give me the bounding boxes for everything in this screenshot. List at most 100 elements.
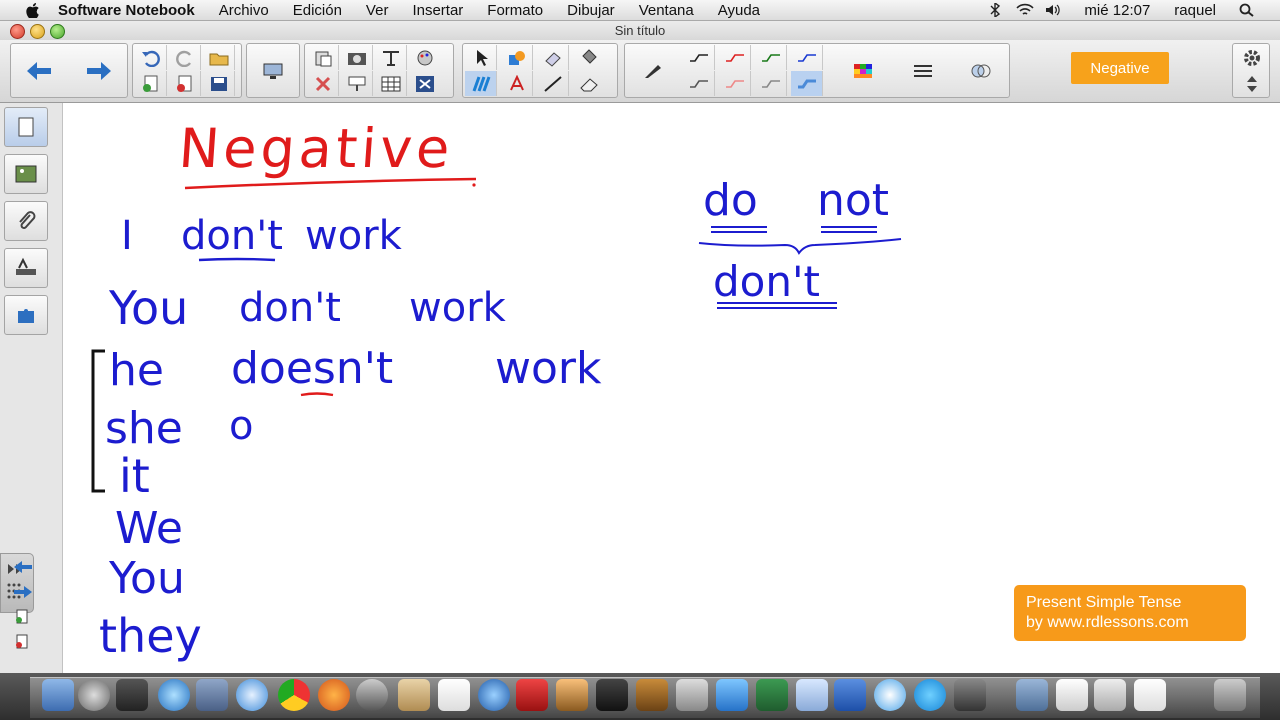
screen-capture-button[interactable]: [341, 45, 373, 70]
insert-table-button[interactable]: [375, 71, 407, 96]
downloads-stack-icon[interactable]: [1094, 679, 1126, 711]
properties-button[interactable]: [409, 45, 441, 70]
select-tool-button[interactable]: [465, 45, 497, 70]
redo-button[interactable]: [169, 45, 201, 70]
video-recorder-icon[interactable]: [954, 679, 986, 711]
transparency-button[interactable]: [965, 58, 997, 83]
pen-style-4[interactable]: [791, 45, 823, 70]
pen-style-2[interactable]: [719, 45, 751, 70]
calendar-icon[interactable]: [438, 679, 470, 711]
dashboard-icon[interactable]: [78, 679, 110, 711]
open-file-button[interactable]: [203, 45, 235, 70]
menu-edicion[interactable]: Edición: [293, 2, 342, 19]
new-page-button[interactable]: [135, 71, 167, 96]
save-button[interactable]: [203, 71, 235, 96]
chrome-icon[interactable]: [278, 679, 310, 711]
pen-style-6[interactable]: [719, 71, 751, 96]
contacts-icon[interactable]: [398, 679, 430, 711]
itunes-icon[interactable]: [478, 679, 510, 711]
bluetooth-icon[interactable]: [986, 3, 1004, 17]
move-left-icon[interactable]: [12, 559, 34, 575]
addons-tab[interactable]: [4, 295, 48, 335]
mission-control-icon[interactable]: [116, 679, 148, 711]
pen-style-5[interactable]: [683, 71, 715, 96]
wifi-icon[interactable]: [1016, 3, 1035, 17]
minimize-window-button[interactable]: [30, 24, 45, 39]
close-window-button[interactable]: [10, 24, 25, 39]
previous-page-icon[interactable]: [25, 60, 53, 82]
system-preferences-icon[interactable]: [676, 679, 708, 711]
smartboard-icon[interactable]: [874, 679, 906, 711]
photo-booth-icon[interactable]: [516, 679, 548, 711]
text-style-button[interactable]: [501, 71, 533, 96]
menu-ventana[interactable]: Ventana: [639, 2, 694, 19]
gear-icon[interactable]: [1242, 48, 1262, 68]
firefox-icon[interactable]: [318, 679, 350, 711]
screen-shade-button[interactable]: [257, 58, 289, 83]
page-sorter-tab[interactable]: [4, 107, 48, 147]
menu-clock[interactable]: mié 12:07: [1084, 2, 1150, 19]
page-title-badge[interactable]: Negative: [1071, 52, 1169, 84]
color-palette-button[interactable]: [847, 58, 879, 83]
pen-style-3[interactable]: [755, 45, 787, 70]
iphoto-icon[interactable]: [556, 679, 588, 711]
show-hide-screen-button[interactable]: [341, 71, 373, 96]
move-right-icon[interactable]: [12, 584, 34, 600]
volume-icon[interactable]: [1044, 3, 1062, 17]
imovie-icon[interactable]: [596, 679, 628, 711]
fill-tool-button[interactable]: [573, 45, 605, 70]
next-page-icon[interactable]: [85, 60, 113, 82]
menu-user[interactable]: raquel: [1174, 2, 1216, 19]
pen-style-8[interactable]: [791, 71, 823, 96]
menu-dibujar[interactable]: Dibujar: [567, 2, 615, 19]
line-tool-button[interactable]: [537, 71, 569, 96]
paste-button[interactable]: [307, 45, 339, 70]
safari-icon[interactable]: [236, 679, 268, 711]
xcode-icon[interactable]: [716, 679, 748, 711]
full-screen-button[interactable]: [409, 71, 441, 96]
spotlight-search-icon[interactable]: [1238, 3, 1256, 17]
properties-tab[interactable]: [4, 248, 48, 288]
documents-stack-icon[interactable]: [1056, 679, 1088, 711]
eraser-shape-button[interactable]: [537, 45, 569, 70]
finder-icon[interactable]: [42, 679, 74, 711]
pen-style-7[interactable]: [755, 71, 787, 96]
menu-ayuda[interactable]: Ayuda: [718, 2, 760, 19]
app-store-icon[interactable]: [158, 679, 190, 711]
delete-page-small-icon[interactable]: [12, 634, 34, 650]
garageband-icon[interactable]: [636, 679, 668, 711]
gallery-tab[interactable]: [4, 154, 48, 194]
pen-styles-group: [624, 43, 1010, 98]
move-toolbar-icon[interactable]: [1242, 74, 1262, 94]
pen-style-1[interactable]: [683, 45, 715, 70]
apple-menu-icon[interactable]: [26, 2, 42, 18]
delete-page-button[interactable]: [169, 71, 201, 96]
menu-formato[interactable]: Formato: [487, 2, 543, 19]
captivate-icon[interactable]: [756, 679, 788, 711]
menu-insertar[interactable]: Insertar: [412, 2, 463, 19]
menu-archivo[interactable]: Archivo: [219, 2, 269, 19]
add-page-small-icon[interactable]: [12, 609, 34, 625]
shapes-tool-button[interactable]: [501, 45, 533, 70]
whiteboard-canvas[interactable]: Negative I don't work You don't work he …: [63, 103, 1280, 673]
creative-pens-button[interactable]: [465, 71, 497, 96]
undo-button[interactable]: [135, 45, 167, 70]
word-icon[interactable]: [834, 679, 866, 711]
text-tool-button[interactable]: [375, 45, 407, 70]
attachments-tab[interactable]: [4, 201, 48, 241]
eraser-button[interactable]: [573, 71, 605, 96]
facetime-icon[interactable]: [356, 679, 388, 711]
line-thickness-button[interactable]: [907, 58, 939, 83]
mail-send-icon[interactable]: [796, 679, 828, 711]
preview-icon[interactable]: [196, 679, 228, 711]
menu-app-name[interactable]: Software Notebook: [58, 2, 195, 19]
menu-ver[interactable]: Ver: [366, 2, 389, 19]
zoom-window-button[interactable]: [50, 24, 65, 39]
trash-icon[interactable]: [1214, 679, 1246, 711]
pen-type-button[interactable]: [637, 58, 669, 83]
file-stack-icon[interactable]: [1134, 679, 1166, 711]
delete-button[interactable]: [307, 71, 339, 96]
paste-icon: [315, 51, 331, 66]
applications-folder-icon[interactable]: [1016, 679, 1048, 711]
skype-icon[interactable]: [914, 679, 946, 711]
